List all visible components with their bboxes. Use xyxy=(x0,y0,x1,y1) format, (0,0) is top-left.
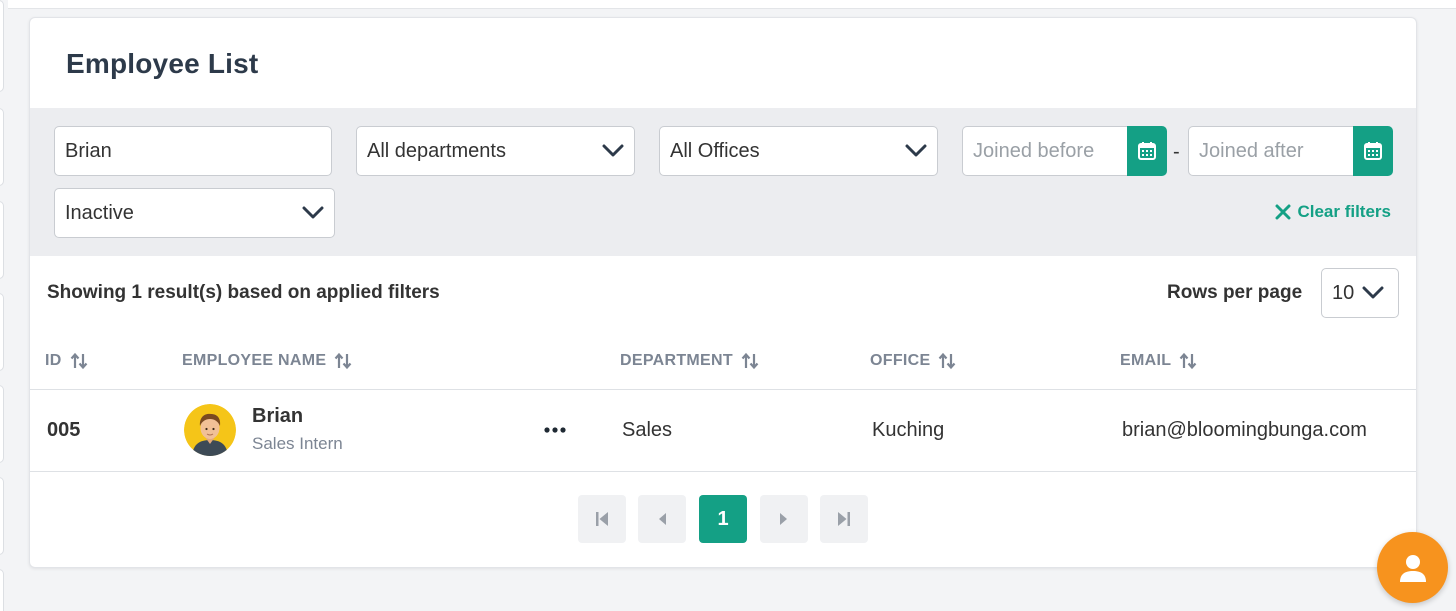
top-strip xyxy=(8,0,1456,9)
joined-after-field[interactable]: Joined after xyxy=(1188,126,1393,176)
clear-filters-button[interactable]: Clear filters xyxy=(1275,202,1391,222)
employee-list-card: Employee List Brian All departments All … xyxy=(29,17,1417,568)
rail-segment xyxy=(0,0,4,92)
rows-per-page-value: 10 xyxy=(1332,281,1355,304)
avatar xyxy=(184,404,236,456)
calendar-icon[interactable] xyxy=(1127,126,1167,176)
page-title: Employee List xyxy=(66,48,259,79)
employee-id: 005 xyxy=(47,419,81,441)
rail-segment xyxy=(0,385,4,463)
employee-name[interactable]: Brian xyxy=(252,405,303,428)
sort-icon[interactable] xyxy=(70,352,88,370)
office-select-value: All Offices xyxy=(670,139,760,162)
status-select-value: Inactive xyxy=(65,201,134,224)
rail-segment xyxy=(0,201,4,279)
rows-per-page-label: Rows per page xyxy=(1167,282,1303,303)
rail-segment xyxy=(0,293,4,371)
more-icon[interactable] xyxy=(542,418,568,442)
prev-page-icon[interactable] xyxy=(638,495,686,543)
last-page-icon[interactable] xyxy=(820,495,868,543)
column-header-id[interactable]: ID xyxy=(45,352,88,370)
search-input-value: Brian xyxy=(65,139,112,162)
employee-role: Sales Intern xyxy=(252,434,343,453)
sort-icon[interactable] xyxy=(1179,352,1197,370)
column-header-label: EMPLOYEE NAME xyxy=(182,352,327,369)
next-page-icon[interactable] xyxy=(760,495,808,543)
column-header-email[interactable]: EMAIL xyxy=(1120,352,1197,370)
sort-icon[interactable] xyxy=(741,352,759,370)
calendar-icon[interactable] xyxy=(1353,126,1393,176)
page-button-current[interactable]: 1 xyxy=(699,495,747,543)
office-select[interactable]: All Offices xyxy=(659,126,938,176)
table-header-divider xyxy=(30,389,1416,390)
column-header-label: ID xyxy=(45,352,62,369)
rows-per-page-select[interactable]: 10 xyxy=(1321,268,1399,318)
column-header-office[interactable]: OFFICE xyxy=(870,352,956,370)
sort-icon[interactable] xyxy=(938,352,956,370)
chevron-down-icon xyxy=(903,138,929,164)
department-select-value: All departments xyxy=(367,139,506,162)
joined-after-input[interactable]: Joined after xyxy=(1188,126,1353,176)
column-header-department[interactable]: DEPARTMENT xyxy=(620,352,759,370)
chevron-down-icon xyxy=(600,138,626,164)
status-select[interactable]: Inactive xyxy=(54,188,335,238)
search-input[interactable]: Brian xyxy=(54,126,332,176)
column-header-label: OFFICE xyxy=(870,352,931,369)
column-header-label: DEPARTMENT xyxy=(620,352,733,369)
rail-segment xyxy=(0,477,4,555)
results-summary: Showing 1 result(s) based on applied fil… xyxy=(47,282,440,303)
joined-before-field[interactable]: Joined before xyxy=(962,126,1167,176)
user-icon xyxy=(1399,553,1427,583)
joined-before-input[interactable]: Joined before xyxy=(962,126,1127,176)
clear-filters-label: Clear filters xyxy=(1297,202,1391,221)
department-select[interactable]: All departments xyxy=(356,126,635,176)
column-header-label: EMAIL xyxy=(1120,352,1172,369)
date-range-separator: - xyxy=(1173,141,1180,163)
employee-department: Sales xyxy=(622,419,673,441)
chevron-down-icon xyxy=(1362,286,1384,300)
user-fab-button[interactable] xyxy=(1377,532,1448,603)
rail-segment xyxy=(0,569,4,611)
rail-segment xyxy=(0,108,4,186)
chevron-down-icon xyxy=(300,200,326,226)
close-icon xyxy=(1275,204,1297,220)
employee-email: brian@bloomingbunga.com xyxy=(1122,419,1367,441)
first-page-icon[interactable] xyxy=(578,495,626,543)
sort-icon[interactable] xyxy=(334,352,352,370)
table-row-divider xyxy=(30,471,1416,472)
left-rail xyxy=(0,0,6,611)
employee-office: Kuching xyxy=(872,419,945,441)
column-header-employee-name[interactable]: EMPLOYEE NAME xyxy=(182,352,352,370)
